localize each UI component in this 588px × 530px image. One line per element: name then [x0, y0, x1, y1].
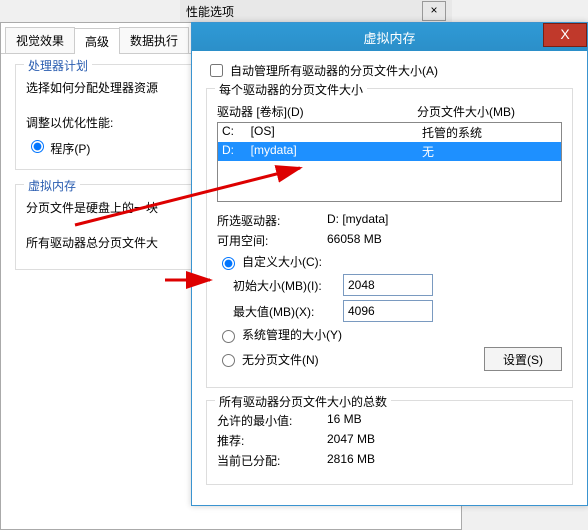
virtual-memory-dialog: 虚拟内存 X 自动管理所有驱动器的分页文件大小(A) 每个驱动器的分页文件大小 … — [191, 22, 588, 506]
radio-no-paging[interactable] — [222, 354, 235, 367]
initial-size-input[interactable] — [343, 274, 433, 296]
radio-programs-label: 程序(P) — [50, 142, 90, 156]
dialog-titlebar[interactable]: 虚拟内存 X — [192, 23, 587, 51]
radio-custom-size-label: 自定义大小(C): — [242, 253, 322, 270]
col-drive: 驱动器 [卷标](D) — [217, 103, 417, 120]
tab-dep[interactable]: 数据执行 — [119, 27, 189, 53]
performance-options-label: 性能选项 — [186, 3, 234, 20]
size-cell: 无 — [422, 143, 557, 160]
radio-system-managed-label: 系统管理的大小(Y) — [242, 326, 342, 343]
performance-options-strip: 性能选项 × — [180, 0, 452, 23]
list-item[interactable]: D: [mydata] 无 — [218, 142, 561, 161]
totals-title: 所有驱动器分页文件大小的总数 — [215, 393, 391, 410]
drive-cell: D: [mydata] — [222, 143, 422, 160]
free-space-value: 66058 MB — [327, 232, 562, 249]
drive-listbox[interactable]: C: [OS] 托管的系统 D: [mydata] 无 — [217, 122, 562, 202]
per-drive-group: 每个驱动器的分页文件大小 驱动器 [卷标](D) 分页文件大小(MB) C: [… — [206, 88, 573, 388]
min-value: 16 MB — [327, 412, 562, 429]
per-drive-title: 每个驱动器的分页文件大小 — [215, 81, 367, 98]
selected-drive-value: D: [mydata] — [327, 212, 562, 229]
cur-value: 2816 MB — [327, 452, 562, 469]
virtual-memory-title-back: 虚拟内存 — [24, 177, 80, 194]
auto-manage-label: 自动管理所有驱动器的分页文件大小(A) — [230, 62, 438, 79]
col-size: 分页文件大小(MB) — [417, 103, 562, 120]
totals-group: 所有驱动器分页文件大小的总数 允许的最小值: 16 MB 推荐: 2047 MB… — [206, 400, 573, 485]
free-space-label: 可用空间: — [217, 232, 327, 249]
auto-manage-checkbox[interactable] — [210, 64, 223, 77]
drive-cell: C: [OS] — [222, 124, 422, 141]
set-button[interactable]: 设置(S) — [484, 347, 562, 371]
min-label: 允许的最小值: — [217, 412, 327, 429]
processor-scheduling-title: 处理器计划 — [24, 57, 92, 74]
tab-visual-effects[interactable]: 视觉效果 — [5, 27, 75, 53]
close-button[interactable]: X — [543, 23, 587, 47]
rec-value: 2047 MB — [327, 432, 562, 449]
radio-programs-input[interactable] — [31, 140, 44, 153]
tab-advanced[interactable]: 高级 — [74, 28, 120, 54]
radio-no-paging-label: 无分页文件(N) — [242, 351, 319, 368]
size-cell: 托管的系统 — [422, 124, 557, 141]
cur-label: 当前已分配: — [217, 452, 327, 469]
dialog-title: 虚拟内存 — [363, 28, 415, 47]
list-item[interactable]: C: [OS] 托管的系统 — [218, 123, 561, 142]
performance-options-close[interactable]: × — [422, 1, 446, 21]
radio-custom-size[interactable] — [222, 257, 235, 270]
max-size-label: 最大值(MB)(X): — [233, 303, 343, 320]
selected-drive-label: 所选驱动器: — [217, 212, 327, 229]
radio-system-managed[interactable] — [222, 330, 235, 343]
rec-label: 推荐: — [217, 432, 327, 449]
radio-programs[interactable]: 程序(P) — [26, 142, 90, 156]
max-size-input[interactable] — [343, 300, 433, 322]
initial-size-label: 初始大小(MB)(I): — [233, 277, 343, 294]
